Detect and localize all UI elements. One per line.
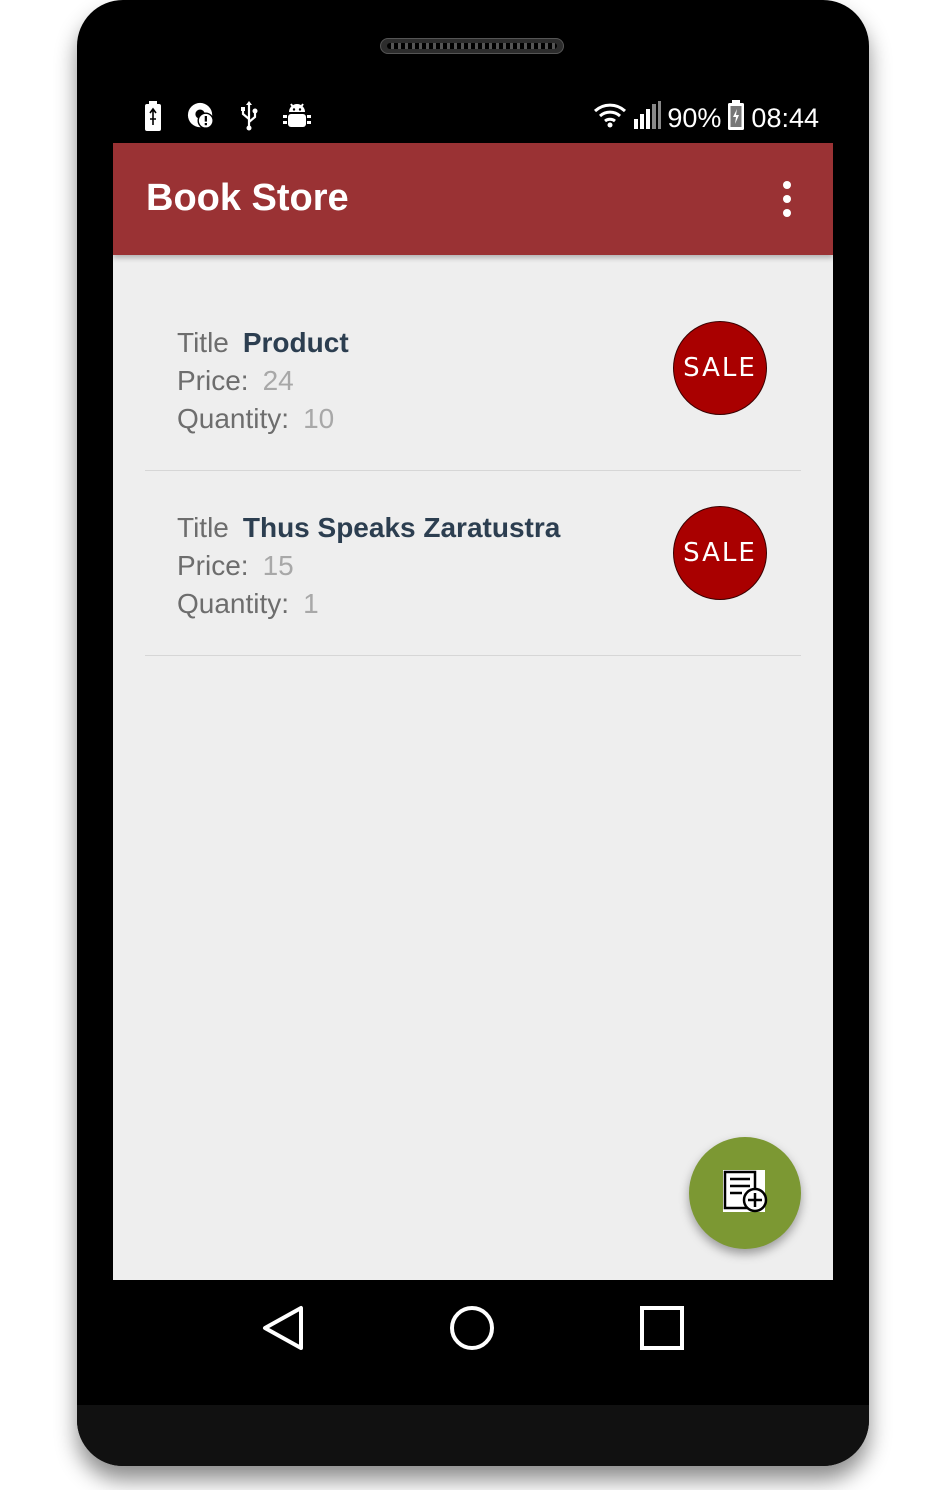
android-debug-icon xyxy=(283,100,311,132)
title-row: Title Thus Speaks Zaratustra xyxy=(177,511,560,545)
cell-signal-icon xyxy=(633,101,662,136)
book-list: Title Product Price: 24 Quantity: 10 SALE T… xyxy=(113,255,833,1280)
sale-button[interactable]: SALE xyxy=(673,506,767,600)
price-label: Price: xyxy=(177,365,249,396)
title-row: Title Product xyxy=(177,326,349,360)
phone-chin xyxy=(77,1405,869,1466)
quantity-label: Quantity: xyxy=(177,403,290,434)
quantity-label: Quantity: xyxy=(177,588,290,619)
recents-square-icon[interactable] xyxy=(634,1300,690,1356)
title-label: Title xyxy=(177,327,229,358)
list-item[interactable]: Title Thus Speaks Zaratustra Price: 15 Qua… xyxy=(145,471,801,656)
app-title: Book Store xyxy=(146,177,349,219)
book-quantity: 10 xyxy=(303,403,335,434)
add-book-button[interactable] xyxy=(689,1137,801,1249)
usb-icon xyxy=(235,100,263,132)
speaker-grille xyxy=(380,38,564,54)
home-circle-icon[interactable] xyxy=(444,1300,500,1356)
list-item[interactable]: Title Product Price: 24 Quantity: 10 SALE xyxy=(145,286,801,471)
battery-icon xyxy=(727,100,745,137)
book-title: Product xyxy=(242,327,349,358)
status-bar: 90% 08:44 xyxy=(113,92,833,144)
battery-charging-icon xyxy=(139,100,167,132)
book-price: 24 xyxy=(262,365,294,396)
quantity-row: Quantity: 1 xyxy=(177,587,319,621)
navigation-bar xyxy=(113,1280,833,1376)
data-saver-alert-icon xyxy=(187,100,215,132)
quantity-row: Quantity: 10 xyxy=(177,402,334,436)
battery-percent: 90% xyxy=(667,103,722,133)
book-title: Thus Speaks Zaratustra xyxy=(242,512,561,543)
add-book-icon xyxy=(720,1166,770,1221)
book-quantity: 1 xyxy=(303,588,319,619)
wifi-icon xyxy=(593,102,627,135)
back-triangle-icon[interactable] xyxy=(255,1300,311,1356)
book-price: 15 xyxy=(262,550,294,581)
clock-time: 08:44 xyxy=(751,103,819,133)
title-label: Title xyxy=(177,512,229,543)
price-row: Price: 24 xyxy=(177,364,294,398)
price-label: Price: xyxy=(177,550,249,581)
sale-button[interactable]: SALE xyxy=(673,321,767,415)
overflow-menu-icon[interactable] xyxy=(777,181,797,217)
app-bar: Book Store xyxy=(113,143,833,255)
price-row: Price: 15 xyxy=(177,549,294,583)
